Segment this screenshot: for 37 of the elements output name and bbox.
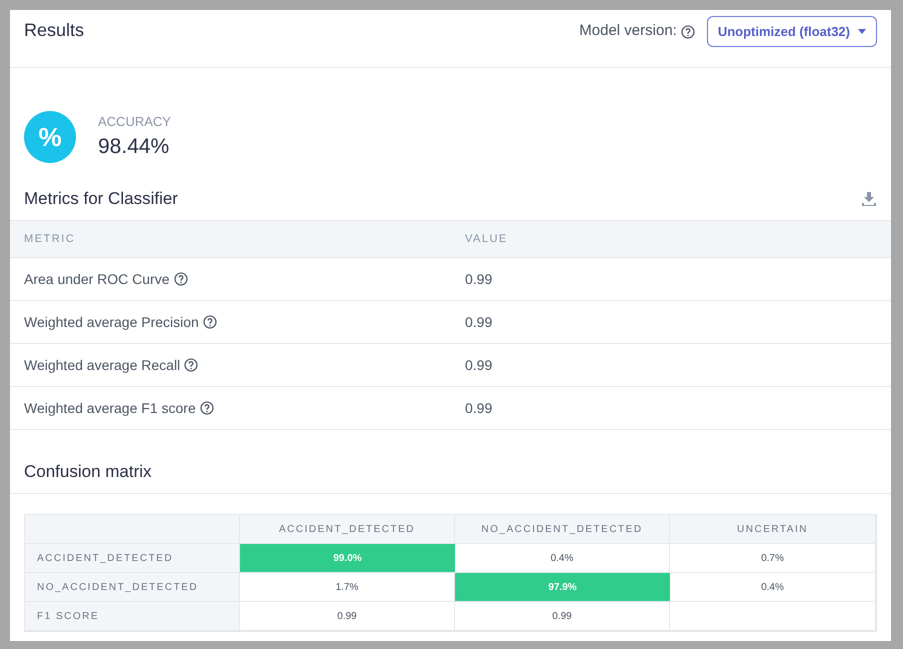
- accuracy-value: 98.44%: [98, 134, 170, 160]
- column-header: NO_ACCIDENT_DETECTED: [455, 515, 670, 544]
- matrix-cell: 0.7%: [670, 544, 876, 573]
- metric-name: Area under ROC Curve: [24, 270, 170, 288]
- help-icon[interactable]: [174, 272, 188, 286]
- matrix-cell: 0.4%: [670, 573, 876, 602]
- help-icon[interactable]: [202, 315, 217, 329]
- help-icon[interactable]: [184, 358, 198, 372]
- column-header: METRIC: [24, 232, 76, 247]
- row-header: ACCIDENT_DETECTED: [25, 544, 240, 573]
- panel-title: Results: [24, 19, 84, 42]
- column-header: ACCIDENT_DETECTED: [240, 515, 455, 544]
- metric-value: 0.99: [465, 312, 492, 332]
- section-title: Metrics for Classifier: [24, 188, 178, 210]
- row-header: F1 SCORE: [25, 602, 240, 631]
- matrix-cell: 0.99: [455, 602, 670, 631]
- model-version-dropdown[interactable]: Unoptimized (float32): [706, 16, 877, 47]
- column-header: VALUE: [465, 232, 508, 247]
- metric-value: 0.99: [465, 398, 492, 418]
- accuracy-label: ACCURACY: [98, 112, 171, 130]
- row-header: NO_ACCIDENT_DETECTED: [25, 573, 240, 602]
- metric-name: Weighted average Precision: [24, 312, 199, 332]
- column-header: UNCERTAIN: [670, 515, 876, 544]
- metric-value: 0.99: [465, 356, 492, 374]
- metric-name: Weighted average Recall: [24, 356, 180, 375]
- section-title: Confusion matrix: [24, 460, 152, 483]
- model-version-label: Model version:: [579, 21, 677, 42]
- matrix-cell: 99.0%: [240, 544, 455, 573]
- percent-badge: %: [24, 111, 76, 163]
- download-icon[interactable]: [861, 191, 877, 207]
- matrix-cell: 97.9%: [455, 573, 670, 602]
- metric-name: Weighted average F1 score: [24, 398, 196, 418]
- help-icon[interactable]: [680, 24, 695, 38]
- caret-icon: [858, 29, 866, 34]
- help-icon[interactable]: [200, 401, 214, 415]
- metric-value: 0.99: [465, 270, 492, 288]
- matrix-cell: 0.99: [240, 602, 455, 631]
